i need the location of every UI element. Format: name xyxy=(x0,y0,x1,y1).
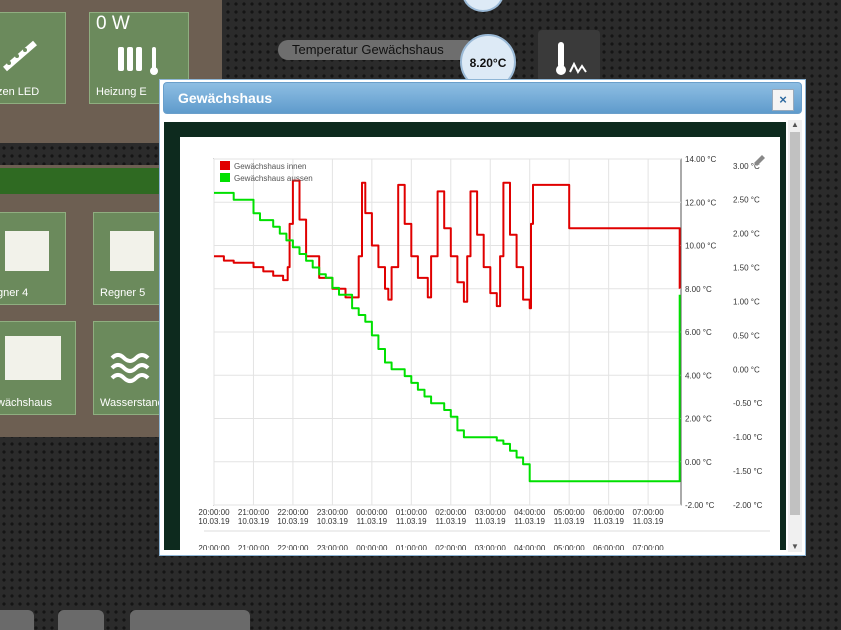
x-tick-time-label: 21:00:00 xyxy=(238,508,270,517)
tile-gewaechshaus[interactable]: wächshaus xyxy=(0,321,76,415)
radiator-icon xyxy=(118,47,158,75)
tile-wasserstand-label: Wasserstand xyxy=(100,397,164,409)
navigator-tick-label: 03:00:00 xyxy=(475,544,507,550)
y-right-tick-label: -0.50 °C xyxy=(733,399,763,408)
x-tick-date-label: 11.03.19 xyxy=(554,517,585,526)
sprinkler-image xyxy=(110,231,154,271)
y-right-tick-label: 2.00 °C xyxy=(733,230,760,239)
scroll-down-arrow[interactable]: ▼ xyxy=(788,542,802,552)
tile-led-label: zen LED xyxy=(0,86,40,98)
y-left-tick-label: 4.00 °C xyxy=(685,371,712,380)
navigator-tick-label: 20:00:00 xyxy=(198,544,230,550)
bottom-tab-1[interactable] xyxy=(0,610,34,630)
heizung-power-value: 0 W xyxy=(96,13,130,34)
dialog-title: Gewächshaus xyxy=(178,90,273,106)
sensor-name-label: Temperatur Gewächshaus xyxy=(278,40,476,60)
x-tick-date-label: 11.03.19 xyxy=(593,517,624,526)
scroll-up-arrow[interactable]: ▲ xyxy=(788,120,802,130)
y-right-tick-label: 0.00 °C xyxy=(733,365,760,374)
x-tick-time-label: 23:00:00 xyxy=(317,508,349,517)
navigator-tick-label: 00:00:00 xyxy=(356,544,388,550)
x-tick-date-label: 11.03.19 xyxy=(357,517,388,526)
x-tick-date-label: 11.03.19 xyxy=(633,517,664,526)
tile-regner-5[interactable]: Regner 5 xyxy=(93,212,168,305)
y-left-tick-label: 10.00 °C xyxy=(685,242,716,251)
navigator-tick-label: 07:00:00 xyxy=(633,544,665,550)
y-right-tick-label: 1.00 °C xyxy=(733,297,760,306)
tile-wasserstand[interactable]: Wasserstand xyxy=(93,321,168,415)
chart-area: 14.00 °C 12.00 °C 10.00 °C 8.00 °C 6.00 °C 4.… xyxy=(180,137,780,553)
temperature-chart: 14.00 °C 12.00 °C 10.00 °C 8.00 °C 6.00 °C 4.… xyxy=(198,155,770,553)
dialog-content: 14.00 °C 12.00 °C 10.00 °C 8.00 °C 6.00 °C 4.… xyxy=(164,122,786,553)
y-left-tick-label: 6.00 °C xyxy=(685,328,712,337)
x-tick-time-label: 06:00:00 xyxy=(593,508,625,517)
y-left-tick-label: 8.00 °C xyxy=(685,285,712,294)
sprinkler-image xyxy=(5,231,49,271)
thermometer-icon xyxy=(556,42,587,75)
temperature-value: 8.20°C xyxy=(469,56,507,70)
navigator-tick-label: 06:00:00 xyxy=(593,544,625,550)
y-right-tick-label: -1.00 °C xyxy=(733,433,763,442)
x-tick-date-label: 10.03.19 xyxy=(198,517,230,526)
y-left-tick-label: 2.00 °C xyxy=(685,415,712,424)
y-right-tick-label: -1.50 °C xyxy=(733,467,763,476)
x-tick-date-label: 11.03.19 xyxy=(396,517,427,526)
x-tick-time-label: 05:00:00 xyxy=(554,508,586,517)
section-header-bar xyxy=(0,168,165,194)
gewaechshaus-dialog: Gewächshaus × 14.00 °C 12.00 °C 10.00 °C 8.… xyxy=(159,79,806,556)
dialog-header[interactable]: Gewächshaus × xyxy=(163,82,802,114)
y-right-tick-label: 2.50 °C xyxy=(733,196,760,205)
x-tick-time-label: 22:00:00 xyxy=(277,508,309,517)
x-tick-time-label: 04:00:00 xyxy=(514,508,546,517)
thermometer-widget-top[interactable] xyxy=(462,0,504,12)
scrollbar[interactable]: ▲ ▼ xyxy=(788,120,802,552)
greenhouse-thermometer-button[interactable] xyxy=(538,30,600,82)
tile-regner-5-label: Regner 5 xyxy=(100,287,146,299)
bottom-tab-3[interactable] xyxy=(130,610,250,630)
x-tick-date-label: 10.03.19 xyxy=(238,517,270,526)
navigator-tick-label: 22:00:00 xyxy=(277,544,309,550)
x-tick-time-label: 02:00:00 xyxy=(435,508,467,517)
y-left-tick-label: -2.00 °C xyxy=(685,501,715,510)
tile-regner-4[interactable]: gner 4 xyxy=(0,212,66,305)
navigator-tick-label: 21:00:00 xyxy=(238,544,270,550)
close-button[interactable]: × xyxy=(772,89,794,111)
tile-regner-4-label: gner 4 xyxy=(0,287,29,299)
led-strip-icon xyxy=(3,40,37,72)
scrollbar-thumb[interactable] xyxy=(790,132,800,515)
legend-swatch xyxy=(220,173,230,182)
greenhouse-sensor-image xyxy=(5,336,61,380)
navigator-tick-label: 04:00:00 xyxy=(514,544,546,550)
y-left-tick-label: 12.00 °C xyxy=(685,198,716,207)
tile-gewaechshaus-label: wächshaus xyxy=(0,397,53,409)
x-tick-date-label: 11.03.19 xyxy=(475,517,506,526)
x-tick-date-label: 10.03.19 xyxy=(317,517,349,526)
legend-swatch xyxy=(220,161,230,170)
x-tick-time-label: 01:00:00 xyxy=(396,508,428,517)
x-tick-time-label: 03:00:00 xyxy=(475,508,507,517)
legend-label: Gewächshaus aussen xyxy=(234,174,313,183)
x-tick-time-label: 20:00:00 xyxy=(198,508,230,517)
y-right-tick-label: 0.50 °C xyxy=(733,331,760,340)
legend-label: Gewächshaus innen xyxy=(234,162,307,171)
navigator-tick-label: 02:00:00 xyxy=(435,544,467,550)
y-left-tick-label: 0.00 °C xyxy=(685,458,712,467)
x-tick-date-label: 11.03.19 xyxy=(436,517,467,526)
tile-led[interactable]: zen LED xyxy=(0,12,66,104)
x-tick-date-label: 10.03.19 xyxy=(277,517,309,526)
navigator-tick-label: 23:00:00 xyxy=(317,544,349,550)
tile-heizung-label: Heizung E xyxy=(96,86,147,98)
y-left-tick-label: 14.00 °C xyxy=(685,155,716,164)
navigator-tick-label: 05:00:00 xyxy=(554,544,586,550)
y-right-tick-label: -2.00 °C xyxy=(733,501,763,510)
y-right-tick-label: 1.50 °C xyxy=(733,264,760,273)
x-tick-time-label: 07:00:00 xyxy=(633,508,665,517)
bottom-tab-2[interactable] xyxy=(58,610,104,630)
navigator-tick-label: 01:00:00 xyxy=(396,544,428,550)
x-tick-date-label: 11.03.19 xyxy=(514,517,545,526)
water-waves-icon xyxy=(110,353,150,383)
x-tick-time-label: 00:00:00 xyxy=(356,508,388,517)
